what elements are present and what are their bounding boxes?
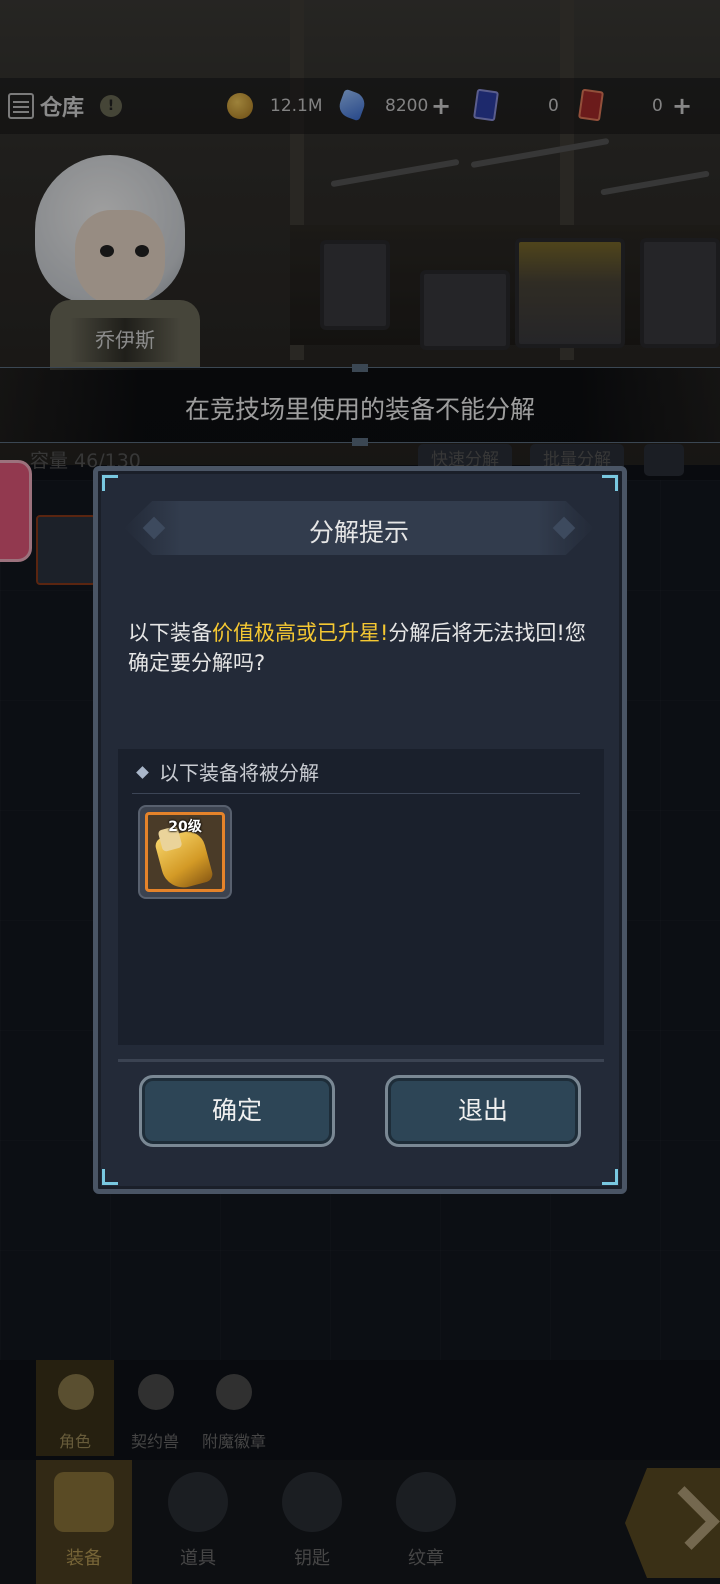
nav-label: 钥匙 [294,1548,330,1569]
dialog-message: 以下装备价值极高或已升星!分解后将无法找回!您确定要分解吗? [128,618,598,678]
key-icon [282,1472,342,1532]
add-red-ticket-button[interactable]: + [668,92,696,120]
subtab-contract-beast[interactable]: 契约兽 [116,1360,194,1456]
scene-chest [320,240,390,330]
dialog-corner [102,1169,118,1185]
blue-ticket-icon [473,88,499,122]
character-eye [135,245,149,257]
toast-notch [352,438,368,446]
confirm-button[interactable]: 确定 [139,1075,335,1147]
nav-label: 纹章 [408,1548,444,1569]
nav-equipment[interactable]: 装备 [36,1460,132,1584]
gold-coin-icon [227,93,253,119]
list-divider [132,793,580,794]
exit-button[interactable]: 退出 [385,1075,581,1147]
blue-ticket-amount: 0 [548,96,559,116]
scene-chest [420,270,510,350]
gauntlet-icon [153,827,215,889]
red-ticket-icon [578,88,604,122]
scene-chest [640,238,720,348]
inventory-item-slot[interactable] [36,515,96,585]
sort-button[interactable] [644,444,684,476]
message-highlight: 价值极高或已升星! [212,621,389,645]
item-level: 20级 [168,819,202,835]
chest-icon [168,1472,228,1532]
list-header-label: 以下装备将被分解 [159,761,319,785]
toast-notch [352,364,368,372]
warehouse-icon [8,93,34,119]
dialog-corner [602,475,618,491]
scene-treasure-chest [515,238,625,348]
crest-icon [396,1472,456,1532]
toast-message: 在竞技场里使用的装备不能分解 [184,395,535,424]
dialog-title: 分解提示 [308,518,409,547]
red-ticket-amount: 0 [652,96,663,116]
dialog-divider [118,1059,604,1062]
bottom-nav: 装备 道具 钥匙 纹章 [0,1460,720,1584]
nav-crests[interactable]: 纹章 [378,1460,474,1584]
subtab-enchant-badge[interactable]: 附魔徽章 [194,1360,274,1456]
dialog-corner [602,1169,618,1185]
gold-amount: 12.1M [270,96,323,116]
toast-notification: 在竞技场里使用的装备不能分解 [0,364,720,446]
subtab-label: 附魔徽章 [201,1432,266,1451]
list-header: 以下装备将被分解 [136,757,319,786]
paw-icon [138,1374,174,1410]
decompose-dialog: 分解提示 以下装备价值极高或已升星!分解后将无法找回!您确定要分解吗? 以下装备… [93,466,627,1194]
gem-amount: 8200 [385,96,429,116]
equipment-item[interactable]: 20级 [138,805,232,899]
side-tab-pink[interactable] [0,460,32,562]
subtab-character[interactable]: 角色 [36,1360,114,1456]
page-title: 仓库 [40,96,85,121]
equipment-icon [54,1472,114,1532]
arrow-icon [656,1486,720,1550]
nav-items[interactable]: 道具 [150,1460,246,1584]
character-name: 乔伊斯 [70,318,180,362]
bullet-diamond-icon [136,766,149,779]
top-resource-bar: 仓库 ! 12.1M 8200 + 0 0 + [0,78,720,134]
scene-weapon [470,137,610,169]
character-eye [100,245,114,257]
add-gems-button[interactable]: + [427,92,455,120]
item-frame: 20级 [145,812,225,892]
character-face [75,210,165,305]
subtab-label: 角色 [58,1432,91,1451]
scene-weapon [600,170,710,196]
enchant-badge-icon [216,1374,252,1410]
nav-keys[interactable]: 钥匙 [264,1460,360,1584]
help-icon[interactable]: ! [100,95,122,117]
dialog-header: 分解提示 [124,501,594,555]
diamond-icon [336,88,368,122]
decompose-item-list: 以下装备将被分解 20级 [118,749,604,1045]
subtab-label: 契约兽 [130,1432,179,1451]
nav-label: 道具 [180,1548,216,1569]
nav-label: 装备 [66,1548,102,1569]
dialog-corner [102,475,118,491]
character-icon [58,1374,94,1410]
scene-weapon [330,158,460,188]
message-text: 以下装备 [128,621,212,645]
